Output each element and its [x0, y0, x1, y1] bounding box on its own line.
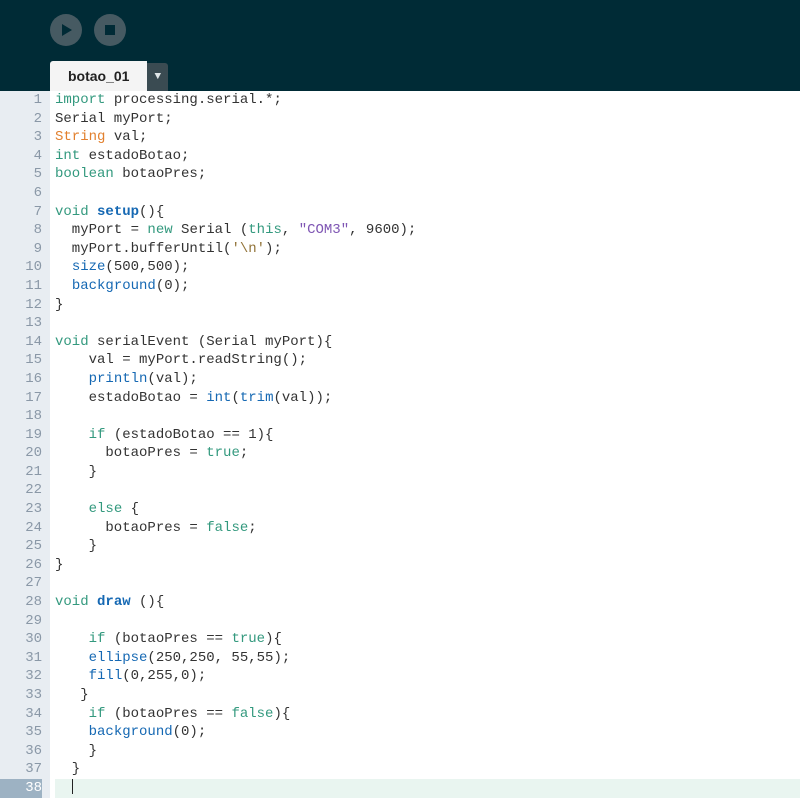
stop-icon: [105, 25, 115, 35]
code-line[interactable]: Serial myPort;: [55, 110, 800, 129]
chevron-down-icon: ▼: [154, 71, 161, 83]
line-number: 36: [0, 742, 42, 761]
code-line[interactable]: if (botaoPres == false){: [55, 705, 800, 724]
code-line[interactable]: if (botaoPres == true){: [55, 630, 800, 649]
line-number: 32: [0, 667, 42, 686]
code-line[interactable]: }: [55, 760, 800, 779]
code-line[interactable]: }: [55, 463, 800, 482]
code-line[interactable]: myPort = new Serial (this, "COM3", 9600)…: [55, 221, 800, 240]
line-number: 22: [0, 481, 42, 500]
code-line[interactable]: }: [55, 296, 800, 315]
code-line[interactable]: void serialEvent (Serial myPort){: [55, 333, 800, 352]
line-number: 12: [0, 296, 42, 315]
code-line[interactable]: }: [55, 537, 800, 556]
code-line[interactable]: ellipse(250,250, 55,55);: [55, 649, 800, 668]
code-line[interactable]: [55, 481, 800, 500]
code-line[interactable]: [55, 612, 800, 631]
code-line[interactable]: }: [55, 742, 800, 761]
line-number: 25: [0, 537, 42, 556]
line-number: 8: [0, 221, 42, 240]
line-number: 4: [0, 147, 42, 166]
code-line[interactable]: else {: [55, 500, 800, 519]
stop-button[interactable]: [94, 14, 126, 46]
run-button[interactable]: [50, 14, 82, 46]
line-number: 15: [0, 351, 42, 370]
line-number: 31: [0, 649, 42, 668]
line-number: 38: [0, 779, 42, 798]
line-number: 1: [0, 91, 42, 110]
code-line[interactable]: String val;: [55, 128, 800, 147]
line-number: 29: [0, 612, 42, 631]
code-line[interactable]: [55, 184, 800, 203]
code-line[interactable]: if (estadoBotao == 1){: [55, 426, 800, 445]
line-number: 16: [0, 370, 42, 389]
line-number: 19: [0, 426, 42, 445]
line-number: 30: [0, 630, 42, 649]
line-number: 23: [0, 500, 42, 519]
line-number: 37: [0, 760, 42, 779]
line-number: 35: [0, 723, 42, 742]
line-number: 13: [0, 314, 42, 333]
line-number: 24: [0, 519, 42, 538]
code-line[interactable]: botaoPres = true;: [55, 444, 800, 463]
code-line[interactable]: val = myPort.readString();: [55, 351, 800, 370]
line-number: 14: [0, 333, 42, 352]
code-line[interactable]: [55, 407, 800, 426]
line-number: 20: [0, 444, 42, 463]
line-number: 21: [0, 463, 42, 482]
code-line[interactable]: }: [55, 686, 800, 705]
tab-bar: botao_01 ▼: [0, 60, 800, 91]
line-number: 27: [0, 574, 42, 593]
code-line[interactable]: size(500,500);: [55, 258, 800, 277]
line-number: 18: [0, 407, 42, 426]
code-line[interactable]: void setup(){: [55, 203, 800, 222]
code-line[interactable]: import processing.serial.*;: [55, 91, 800, 110]
code-line[interactable]: [55, 574, 800, 593]
line-number: 17: [0, 389, 42, 408]
code-area[interactable]: import processing.serial.*;Serial myPort…: [50, 91, 800, 798]
code-line[interactable]: estadoBotao = int(trim(val));: [55, 389, 800, 408]
line-number: 2: [0, 110, 42, 129]
code-line[interactable]: background(0);: [55, 723, 800, 742]
code-line[interactable]: println(val);: [55, 370, 800, 389]
code-line[interactable]: background(0);: [55, 277, 800, 296]
line-number: 10: [0, 258, 42, 277]
line-number: 26: [0, 556, 42, 575]
text-cursor: [72, 779, 73, 794]
line-number: 9: [0, 240, 42, 259]
line-number: 7: [0, 203, 42, 222]
tab-sketch[interactable]: botao_01: [50, 61, 147, 91]
code-line[interactable]: [55, 779, 800, 798]
tab-dropdown[interactable]: ▼: [147, 63, 168, 91]
line-number: 28: [0, 593, 42, 612]
toolbar: [0, 0, 800, 60]
code-line[interactable]: boolean botaoPres;: [55, 165, 800, 184]
code-line[interactable]: }: [55, 556, 800, 575]
line-number-gutter: 1234567891011121314151617181920212223242…: [0, 91, 50, 798]
line-number: 6: [0, 184, 42, 203]
line-number: 33: [0, 686, 42, 705]
code-editor[interactable]: 1234567891011121314151617181920212223242…: [0, 91, 800, 798]
line-number: 5: [0, 165, 42, 184]
code-line[interactable]: [55, 314, 800, 333]
line-number: 3: [0, 128, 42, 147]
code-line[interactable]: fill(0,255,0);: [55, 667, 800, 686]
code-line[interactable]: void draw (){: [55, 593, 800, 612]
line-number: 34: [0, 705, 42, 724]
play-icon: [62, 24, 72, 36]
code-line[interactable]: int estadoBotao;: [55, 147, 800, 166]
code-line[interactable]: botaoPres = false;: [55, 519, 800, 538]
line-number: 11: [0, 277, 42, 296]
code-line[interactable]: myPort.bufferUntil('\n');: [55, 240, 800, 259]
